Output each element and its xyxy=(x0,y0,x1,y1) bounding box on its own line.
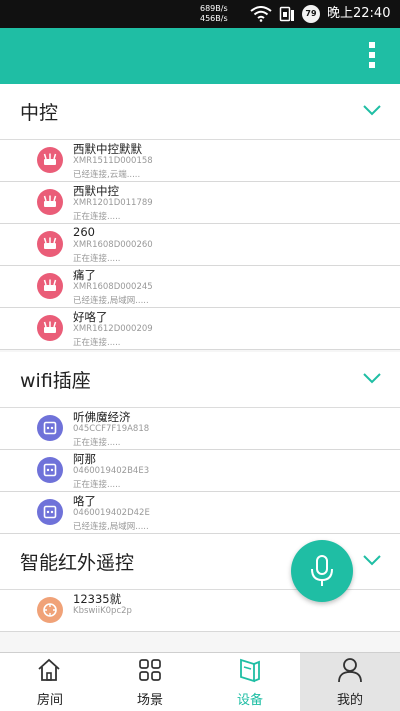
list-item[interactable]: 痛了 XMR1608D000245 已经连接,局域网..... xyxy=(0,266,400,308)
device-serial: 0460019402B4E3 xyxy=(73,466,150,476)
router-icon xyxy=(37,231,63,257)
device-serial: XMR1612D000209 xyxy=(73,324,153,334)
device-serial: XMR1608D000245 xyxy=(73,282,153,292)
device-name: 西默中控 xyxy=(73,184,119,198)
router-icon xyxy=(37,315,63,341)
router-icon xyxy=(37,189,63,215)
list-item[interactable]: 12335就 KbswiiK0pc2p xyxy=(0,590,400,632)
device-name: 咯了 xyxy=(73,494,96,508)
remote-icon xyxy=(37,597,63,623)
app-bar xyxy=(0,28,400,84)
device-status: 已经连接,局域网..... xyxy=(73,296,149,306)
device-name: 好咯了 xyxy=(73,310,108,324)
bottom-navigation: 房间 场景 设备 我的 xyxy=(0,652,400,711)
battery-indicator: 79 xyxy=(302,5,320,23)
socket-icon xyxy=(37,499,63,525)
device-status: 已经连接,云端..... xyxy=(73,170,141,180)
status-time: 晚上22:40 xyxy=(327,6,391,21)
device-status: 正在连接..... xyxy=(73,438,121,448)
device-icon xyxy=(240,658,260,683)
device-status: 正在连接..... xyxy=(73,480,121,490)
section-title: wifi插座 xyxy=(20,370,91,392)
voice-button[interactable] xyxy=(291,540,353,602)
scene-grid-icon xyxy=(139,659,161,681)
section-title: 中控 xyxy=(20,102,59,124)
tab-label: 房间 xyxy=(37,693,64,708)
list-item[interactable]: 西默中控 XMR1201D011789 正在连接..... xyxy=(0,182,400,224)
more-options-icon[interactable] xyxy=(366,42,378,72)
device-name: 西默中控默默 xyxy=(73,142,142,156)
device-serial: KbswiiK0pc2p xyxy=(73,606,132,616)
section-header-hub[interactable]: 中控 xyxy=(0,84,400,140)
device-status: 正在连接..... xyxy=(73,254,121,264)
device-name: 12335就 xyxy=(73,592,122,606)
tab-label: 设备 xyxy=(236,693,263,708)
list-item[interactable]: 260 XMR1608D000260 正在连接..... xyxy=(0,224,400,266)
upload-speed: 689B/s xyxy=(200,4,228,13)
device-status: 正在连接..... xyxy=(73,212,121,222)
section-title: 智能红外遥控 xyxy=(20,552,135,574)
chevron-down-icon[interactable] xyxy=(362,553,382,567)
device-serial: XMR1201D011789 xyxy=(73,198,153,208)
device-name: 260 xyxy=(73,225,95,239)
download-speed: 456B/s xyxy=(200,14,228,23)
wifi-icon xyxy=(250,6,272,22)
list-item[interactable]: 好咯了 XMR1612D000209 正在连接..... xyxy=(0,308,400,350)
device-serial: 045CCF7F19A818 xyxy=(73,424,150,434)
home-icon xyxy=(38,658,60,681)
list-item[interactable]: 阿那 0460019402B4E3 正在连接..... xyxy=(0,450,400,492)
chevron-down-icon[interactable] xyxy=(362,103,382,117)
device-serial: 0460019402D42E xyxy=(73,508,150,518)
chevron-down-icon[interactable] xyxy=(362,371,382,385)
socket-icon xyxy=(37,457,63,483)
network-speed: 689B/s 456B/s xyxy=(200,4,228,24)
device-name: 听佛魔经济 xyxy=(73,410,131,424)
device-serial: XMR1511D000158 xyxy=(73,156,153,166)
tab-scenes[interactable]: 场景 xyxy=(100,653,200,711)
tab-label: 场景 xyxy=(136,693,163,708)
device-status: 已经连接,局域网..... xyxy=(73,522,149,532)
sim-card-icon xyxy=(279,6,294,22)
router-icon xyxy=(37,147,63,173)
socket-icon xyxy=(37,415,63,441)
tab-me[interactable]: 我的 xyxy=(300,653,400,711)
list-item[interactable]: 西默中控默默 XMR1511D000158 已经连接,云端..... xyxy=(0,140,400,182)
status-bar: 689B/s 456B/s 79 晚上22:40 xyxy=(0,0,400,28)
router-icon xyxy=(37,273,63,299)
device-name: 痛了 xyxy=(73,268,96,282)
device-status: 正在连接..... xyxy=(73,338,121,348)
list-item[interactable]: 听佛魔经济 045CCF7F19A818 正在连接..... xyxy=(0,408,400,450)
user-icon xyxy=(338,658,362,683)
tab-rooms[interactable]: 房间 xyxy=(0,653,100,711)
tab-label: 我的 xyxy=(336,693,363,708)
device-name: 阿那 xyxy=(73,452,96,466)
microphone-icon xyxy=(311,555,333,586)
tab-devices[interactable]: 设备 xyxy=(200,653,300,711)
section-header-socket[interactable]: wifi插座 xyxy=(0,352,400,408)
list-item[interactable]: 咯了 0460019402D42E 已经连接,局域网..... xyxy=(0,492,400,534)
device-serial: XMR1608D000260 xyxy=(73,240,153,250)
